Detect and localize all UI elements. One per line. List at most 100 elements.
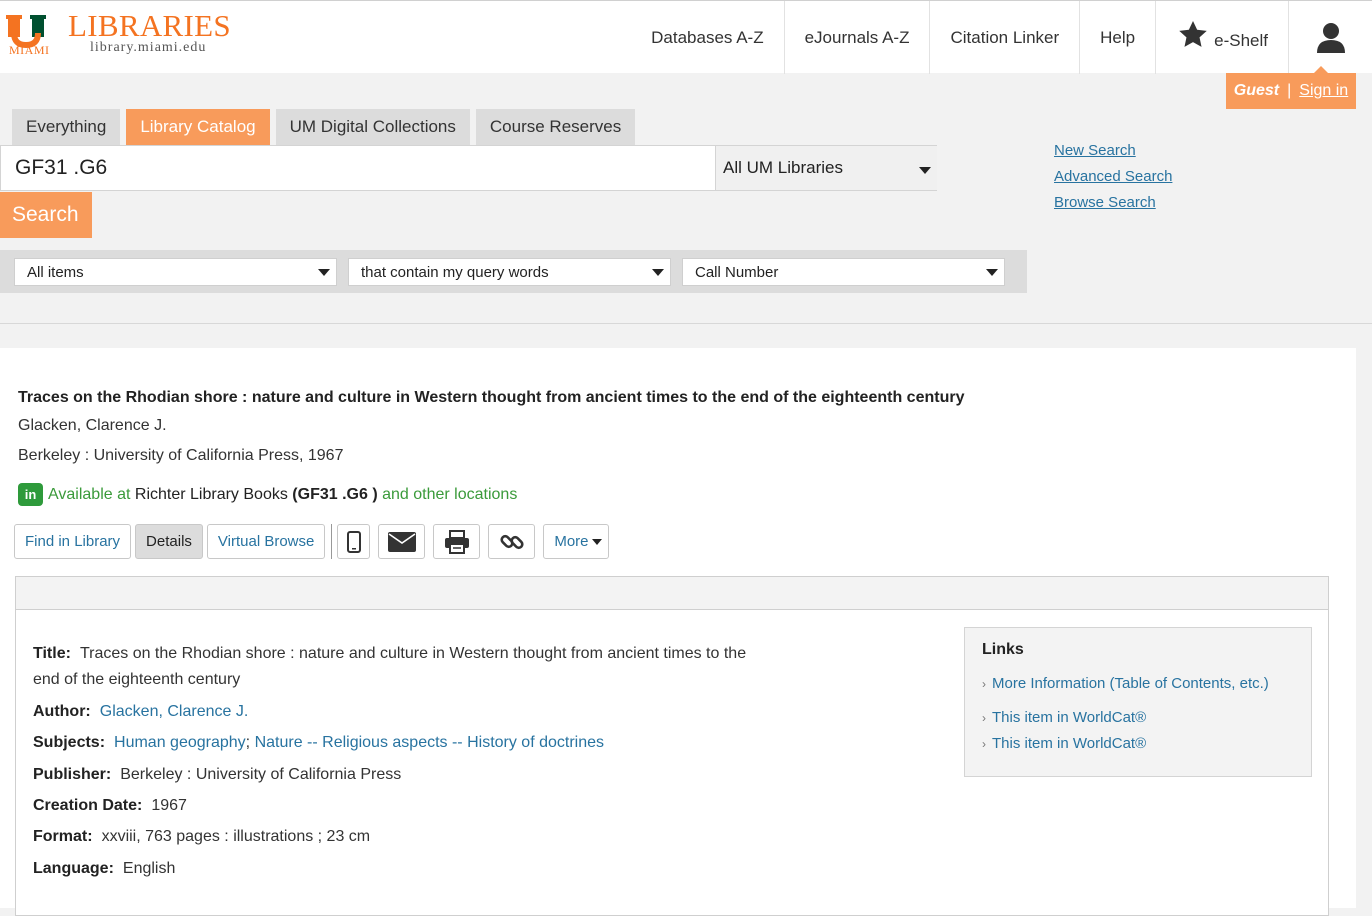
detail-title-label: Title: <box>33 645 71 662</box>
detail-subjects-label: Subjects: <box>33 734 106 751</box>
find-in-library-button[interactable]: Find in Library <box>14 524 132 559</box>
search-input[interactable]: GF31 .G6 <box>0 145 716 191</box>
user-icon <box>1316 22 1345 53</box>
link-more-information-label: More Information (Table of Contents, etc… <box>992 675 1269 692</box>
eshelf-label: e-Shelf <box>1214 30 1268 50</box>
tab-um-digital-collections[interactable]: UM Digital Collections <box>275 109 470 145</box>
links-title: Links <box>982 641 1024 658</box>
result-author: Glacken, Clarence J. <box>18 417 167 434</box>
author-link[interactable]: Glacken, Clarence J. <box>100 703 249 720</box>
send-to-phone-button[interactable] <box>337 524 371 559</box>
action-separator <box>331 524 333 559</box>
nav-eshelf[interactable]: e-Shelf <box>1155 1 1288 74</box>
nav-user-account[interactable] <box>1288 1 1372 74</box>
caret-up-icon <box>1314 66 1328 73</box>
detail-publisher-label: Publisher: <box>33 766 112 783</box>
detail-language-label: Language: <box>33 860 114 877</box>
link-more-information[interactable]: › More Information (Table of Contents, et… <box>982 675 1269 692</box>
in-library-icon: in <box>18 483 43 506</box>
availability-location: Richter Library Books <box>134 485 288 503</box>
email-button[interactable] <box>378 524 426 559</box>
guest-label: Guest <box>1233 82 1280 99</box>
top-bar: MIAMI LIBRARIES library.miami.edu Databa… <box>0 0 1372 74</box>
link-worldcat-1[interactable]: › This item in WorldCat® <box>982 709 1146 726</box>
details-button[interactable]: Details <box>135 524 203 559</box>
caret-down-icon <box>919 167 931 174</box>
sign-in-link[interactable]: Sign in <box>1299 82 1348 100</box>
details-header-bar <box>16 577 1328 610</box>
link-icon <box>500 534 524 549</box>
detail-date-label: Creation Date: <box>33 797 143 814</box>
caret-down-icon <box>318 269 330 276</box>
detail-publisher: Publisher: Berkeley : University of Calif… <box>33 762 401 788</box>
nav-citation-linker[interactable]: Citation Linker <box>929 1 1079 74</box>
subject-separator: ; <box>245 734 251 751</box>
filter-field[interactable]: Call Number <box>682 258 1005 286</box>
scope-select-value: All UM Libraries <box>723 158 843 177</box>
filter-match-mode[interactable]: that contain my query words <box>348 258 671 286</box>
advanced-search-link[interactable]: Advanced Search <box>1054 168 1172 186</box>
detail-subjects: Subjects: Human geography; Nature -- Reli… <box>33 730 604 756</box>
scope-select[interactable]: All UM Libraries <box>716 145 937 191</box>
caret-down-icon <box>591 538 602 545</box>
chevron-right-icon: › <box>982 736 986 751</box>
virtual-browse-button[interactable]: Virtual Browse <box>206 524 326 559</box>
subject-link-human-geography[interactable]: Human geography <box>114 734 246 751</box>
availability-status[interactable]: in Available at Richter Library Books (G… <box>18 483 517 506</box>
detail-author: Author: Glacken, Clarence J. <box>33 699 248 725</box>
links-box: Links › More Information (Table of Conten… <box>964 627 1312 777</box>
nav-ejournals[interactable]: eJournals A-Z <box>783 1 930 74</box>
chevron-right-icon: › <box>982 676 986 691</box>
search-button[interactable]: Search <box>0 192 92 238</box>
detail-format-value: xxviii, 763 pages : illustrations ; 23 c… <box>101 828 371 845</box>
search-tabs: Everything Library Catalog UM Digital Co… <box>12 109 641 145</box>
result-title[interactable]: Traces on the Rhodian shore : nature and… <box>18 389 964 407</box>
availability-call-number: (GF31 .G6 ) <box>292 485 378 503</box>
nav-databases[interactable]: Databases A-Z <box>631 1 783 74</box>
detail-language: Language: English <box>33 856 175 882</box>
link-worldcat-1-label: This item in WorldCat® <box>992 709 1147 726</box>
availability-suffix: and other locations <box>382 485 518 503</box>
tab-course-reserves[interactable]: Course Reserves <box>475 109 636 145</box>
detail-language-value: English <box>122 860 176 877</box>
detail-author-label: Author: <box>33 703 91 720</box>
detail-date-value: 1967 <box>151 797 187 814</box>
more-actions-label: More <box>554 533 589 550</box>
nav-help[interactable]: Help <box>1079 1 1155 74</box>
detail-title-line1: Traces on the Rhodian shore : nature and… <box>79 645 747 662</box>
details-panel: Title: Traces on the Rhodian shore : natu… <box>15 576 1329 916</box>
link-worldcat-2[interactable]: › This item in WorldCat® <box>982 735 1146 752</box>
filter-item-type-value: All items <box>27 263 84 281</box>
caret-down-icon <box>652 269 664 276</box>
detail-format: Format: xxviii, 763 pages : illustrations… <box>33 824 370 850</box>
caret-down-icon <box>986 269 998 276</box>
browse-search-link[interactable]: Browse Search <box>1054 194 1172 212</box>
link-worldcat-2-label: This item in WorldCat® <box>992 735 1147 752</box>
tab-library-catalog[interactable]: Library Catalog <box>126 109 270 145</box>
tab-everything[interactable]: Everything <box>12 109 121 145</box>
guest-separator: | <box>1287 82 1292 99</box>
main-nav: Databases A-Z eJournals A-Z Citation Lin… <box>631 1 1372 74</box>
subject-link-nature-religious[interactable]: Nature -- Religious aspects -- History o… <box>255 734 604 751</box>
search-side-links: New Search Advanced Search Browse Search <box>1054 142 1172 220</box>
library-logo[interactable]: MIAMI LIBRARIES library.miami.edu <box>4 8 244 65</box>
printer-icon <box>444 529 469 554</box>
detail-title: Title: Traces on the Rhodian shore : natu… <box>33 641 833 693</box>
more-actions-button[interactable]: More <box>543 524 609 559</box>
result-card: Traces on the Rhodian shore : nature and… <box>0 348 1356 916</box>
detail-format-label: Format: <box>33 828 93 845</box>
envelope-icon <box>387 531 416 552</box>
chevron-right-icon: › <box>982 710 986 725</box>
logo-url-text: library.miami.edu <box>90 40 207 55</box>
star-icon <box>1179 20 1207 47</box>
guest-signin-box: Guest | Sign in <box>1226 66 1356 109</box>
filter-match-mode-value: that contain my query words <box>361 263 549 281</box>
result-actions: Find in Library Details Virtual Browse M… <box>14 524 613 559</box>
search-filter-bar: All items that contain my query words Ca… <box>0 250 1027 293</box>
filter-item-type[interactable]: All items <box>14 258 337 286</box>
new-search-link[interactable]: New Search <box>1054 142 1172 160</box>
detail-creation-date: Creation Date: 1967 <box>33 793 187 819</box>
filter-field-value: Call Number <box>695 263 779 281</box>
print-button[interactable] <box>433 524 481 559</box>
permalink-button[interactable] <box>488 524 536 559</box>
